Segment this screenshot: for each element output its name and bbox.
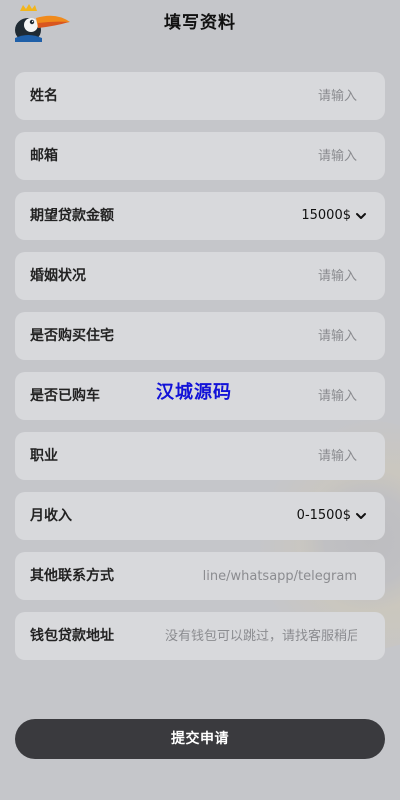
- page-title: 填写资料: [164, 13, 236, 33]
- field-loan-amount: 期望贷款金额 15000$: [15, 192, 385, 240]
- car-input[interactable]: [237, 384, 357, 408]
- field-label: 职业: [30, 448, 58, 464]
- field-occupation: 职业: [15, 432, 385, 480]
- page: 填写资料 姓名 邮箱 期望贷款金额 15000$ 婚姻状况 是否购买住宅: [0, 0, 400, 800]
- submit-button[interactable]: 提交申请: [15, 719, 385, 759]
- header: 填写资料: [0, 0, 400, 44]
- marital-status-input[interactable]: [237, 264, 357, 288]
- field-label: 期望贷款金额: [30, 208, 114, 224]
- field-label: 月收入: [30, 508, 72, 524]
- name-input[interactable]: [237, 84, 357, 108]
- field-label: 是否已购车: [30, 388, 100, 404]
- wallet-address-input[interactable]: [165, 624, 357, 648]
- field-label: 其他联系方式: [30, 568, 114, 584]
- email-input[interactable]: [237, 144, 357, 168]
- field-house: 是否购买住宅: [15, 312, 385, 360]
- chevron-down-icon: [356, 513, 366, 519]
- monthly-income-value: 0-1500$: [296, 508, 351, 523]
- chevron-down-icon: [356, 213, 366, 219]
- field-monthly-income: 月收入 0-1500$: [15, 492, 385, 540]
- field-label: 姓名: [30, 88, 58, 104]
- field-marital-status: 婚姻状况: [15, 252, 385, 300]
- field-label: 是否购买住宅: [30, 328, 114, 344]
- field-wallet-address: 钱包贷款地址: [15, 612, 385, 660]
- loan-amount-value: 15000$: [301, 208, 351, 223]
- loan-amount-select[interactable]: 15000$: [301, 192, 367, 240]
- occupation-input[interactable]: [237, 444, 357, 468]
- field-label: 钱包贷款地址: [30, 628, 114, 644]
- watermark-text: 汉城源码: [156, 382, 232, 403]
- monthly-income-select[interactable]: 0-1500$: [297, 492, 367, 540]
- field-other-contact: 其他联系方式: [15, 552, 385, 600]
- other-contact-input[interactable]: [197, 564, 357, 588]
- application-form: 姓名 邮箱 期望贷款金额 15000$ 婚姻状况 是否购买住宅 是否已购车: [15, 72, 385, 672]
- field-label: 邮箱: [30, 148, 58, 164]
- field-email: 邮箱: [15, 132, 385, 180]
- field-name: 姓名: [15, 72, 385, 120]
- house-input[interactable]: [237, 324, 357, 348]
- field-label: 婚姻状况: [30, 268, 86, 284]
